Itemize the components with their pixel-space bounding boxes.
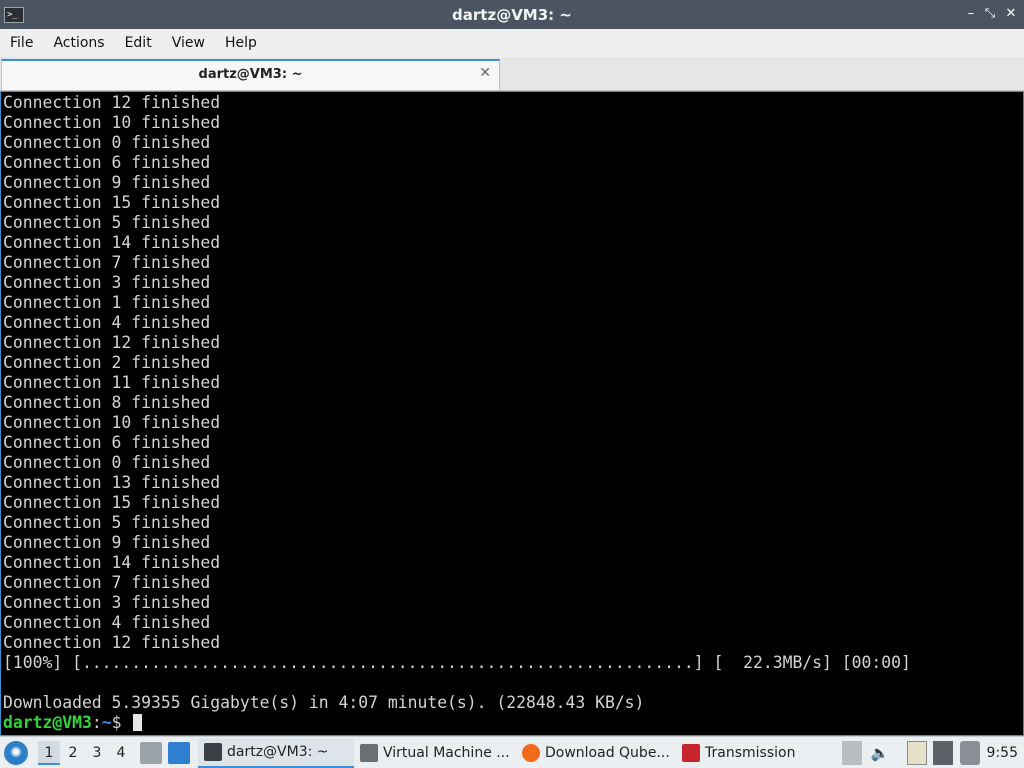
task-label: Transmission xyxy=(705,744,796,761)
terminal-line: Connection 5 finished xyxy=(3,213,211,232)
taskbar: ✺ 1 2 3 4 dartz@VM3: ~ Virtual Machine .… xyxy=(0,736,1024,768)
terminal-output[interactable]: Connection 12 finished Connection 10 fini… xyxy=(0,91,1024,736)
upload-icon[interactable] xyxy=(842,741,862,765)
terminal-line: Connection 9 finished xyxy=(3,533,211,552)
show-desktop-icon[interactable] xyxy=(168,741,190,764)
terminal-line: Connection 14 finished xyxy=(3,233,221,252)
app-menu-button[interactable]: ✺ xyxy=(4,740,28,765)
workspace-2[interactable]: 2 xyxy=(62,741,84,765)
terminal-line: Connection 9 finished xyxy=(3,173,211,192)
terminal-cursor xyxy=(133,714,143,731)
task-transmission[interactable]: Transmission xyxy=(676,738,800,768)
terminal-line: Connection 0 finished xyxy=(3,453,211,472)
terminal-prompt-line: dartz@VM3:~$ xyxy=(3,713,911,733)
workspace-3[interactable]: 3 xyxy=(86,741,108,765)
workspace-1[interactable]: 1 xyxy=(38,740,60,765)
workspace-4[interactable]: 4 xyxy=(110,741,132,765)
tab-label: dartz@VM3: ~ xyxy=(198,67,303,82)
menu-file[interactable]: File xyxy=(0,29,43,57)
task-virtual-machine[interactable]: Virtual Machine ... xyxy=(354,738,516,768)
terminal-line: Connection 7 finished xyxy=(3,573,211,592)
terminal-line: Connection 6 finished xyxy=(3,433,211,452)
terminal-line: Connection 15 finished xyxy=(3,493,221,512)
prompt-separator: : xyxy=(91,713,102,732)
menu-edit[interactable]: Edit xyxy=(115,29,162,57)
minimize-icon[interactable]: – xyxy=(962,5,980,23)
transmission-icon xyxy=(682,743,700,762)
prompt-symbol: $ xyxy=(111,713,132,732)
virtual-machine-icon xyxy=(360,743,378,762)
terminal-line: Connection 14 finished xyxy=(3,553,221,572)
task-firefox[interactable]: Download Qube... xyxy=(516,738,676,768)
terminal-line: Connection 12 finished xyxy=(3,633,221,652)
terminal-line: Connection 3 finished xyxy=(3,273,211,292)
terminal-line: Connection 8 finished xyxy=(3,393,211,412)
menu-actions[interactable]: Actions xyxy=(43,29,114,57)
terminal-line: Connection 4 finished xyxy=(3,613,211,632)
terminal-line: Connection 6 finished xyxy=(3,153,211,172)
terminal-line: Connection 12 finished xyxy=(3,93,221,112)
terminal-line: Connection 3 finished xyxy=(3,593,211,612)
terminal-line: Connection 7 finished xyxy=(3,253,211,272)
terminal-line: Connection 2 finished xyxy=(3,353,211,372)
task-label: dartz@VM3: ~ xyxy=(227,743,329,760)
clipboard-icon[interactable] xyxy=(907,741,927,765)
network-icon[interactable] xyxy=(933,741,953,765)
volume-icon[interactable]: 🔈 xyxy=(870,741,890,765)
terminal-icon xyxy=(204,742,222,761)
close-icon[interactable]: ✕ xyxy=(1002,5,1020,23)
terminal-line: Connection 15 finished xyxy=(3,193,221,212)
terminal-line: Connection 0 finished xyxy=(3,133,211,152)
window-title: dartz@VM3: ~ xyxy=(452,5,572,24)
terminal-line: Connection 1 finished xyxy=(3,293,211,312)
restore-icon[interactable]: ⤡ xyxy=(981,5,999,23)
terminal-line: Connection 11 finished xyxy=(3,373,221,392)
terminal-app-icon[interactable]: >_ xyxy=(4,6,24,23)
task-label: Virtual Machine ... xyxy=(383,744,510,761)
file-manager-icon[interactable] xyxy=(140,741,162,764)
menu-bar: File Actions Edit View Help xyxy=(0,29,1024,57)
clock[interactable]: 9:55 xyxy=(987,737,1018,768)
firefox-icon xyxy=(522,743,540,762)
menu-help[interactable]: Help xyxy=(215,29,267,57)
task-label: Download Qube... xyxy=(545,744,670,761)
terminal-line: Connection 10 finished xyxy=(3,113,221,132)
tab-terminal[interactable]: dartz@VM3: ~ ✕ xyxy=(1,59,500,90)
tab-bar: dartz@VM3: ~ ✕ xyxy=(0,57,1024,91)
prompt-user-host: dartz@VM3 xyxy=(3,713,92,732)
terminal-line: Connection 10 finished xyxy=(3,413,221,432)
window-titlebar[interactable]: >_ dartz@VM3: ~ – ⤡ ✕ xyxy=(0,0,1024,29)
terminal-line: [100%] [................................… xyxy=(3,653,911,672)
notification-icon[interactable] xyxy=(960,741,980,765)
menu-view[interactable]: View xyxy=(162,29,215,57)
terminal-line: Connection 13 finished xyxy=(3,473,221,492)
terminal-line: Connection 5 finished xyxy=(3,513,211,532)
task-terminal[interactable]: dartz@VM3: ~ xyxy=(198,737,354,768)
terminal-line: Connection 4 finished xyxy=(3,313,211,332)
prompt-path: ~ xyxy=(101,713,112,732)
terminal-line: Downloaded 5.39355 Gigabyte(s) in 4:07 m… xyxy=(3,693,645,712)
terminal-lines: Connection 12 finished Connection 10 fini… xyxy=(3,93,911,733)
terminal-line: Connection 12 finished xyxy=(3,333,221,352)
tab-close-icon[interactable]: ✕ xyxy=(479,65,491,81)
